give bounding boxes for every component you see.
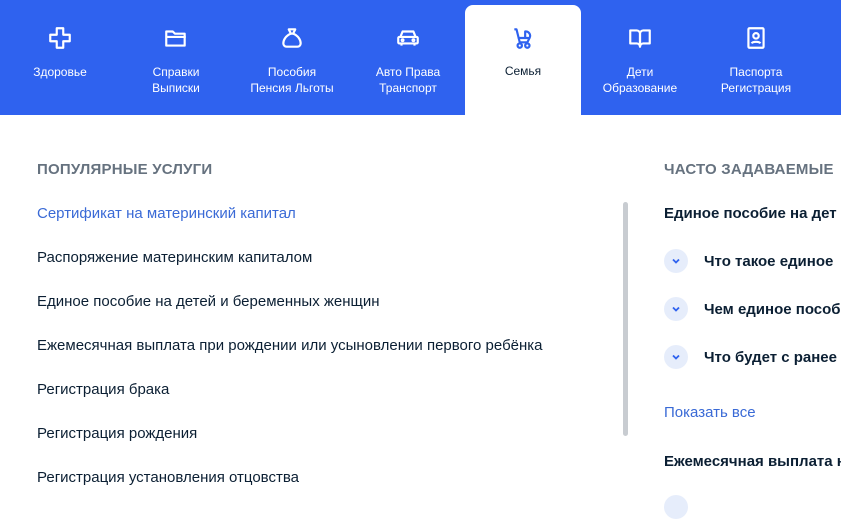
category-label: Пособия Пенсия Льготы — [250, 65, 334, 95]
category-label: Паспорта Регистрация — [720, 65, 792, 95]
service-birth-registration[interactable]: Регистрация рождения — [37, 425, 197, 442]
category-benefits[interactable]: Пособия Пенсия Льготы — [232, 0, 352, 115]
chevron-down-icon — [664, 495, 688, 519]
chevron-down-icon — [664, 345, 688, 369]
service-first-child-payment[interactable]: Ежемесячная выплата при рождении или усы… — [37, 337, 543, 354]
category-family[interactable]: Семья — [465, 5, 581, 120]
category-label: Здоровье — [33, 65, 87, 79]
category-label: Справки Выписки — [152, 65, 200, 95]
category-certificates[interactable]: Справки Выписки — [116, 0, 236, 115]
faq-title: ЧАСТО ЗАДАВАЕМЫЕ — [664, 161, 834, 178]
chevron-down-icon — [664, 249, 688, 273]
faq-group-title: Единое пособие на дет — [664, 205, 837, 222]
category-label: Авто Права Транспорт — [375, 65, 441, 95]
money-bag-icon — [278, 24, 306, 52]
category-auto[interactable]: Авто Права Транспорт — [348, 0, 468, 115]
faq-question-partial[interactable] — [664, 495, 704, 519]
faq-question-text: Что такое единое — [704, 252, 834, 270]
category-children[interactable]: Дети Образование — [580, 0, 700, 115]
baby-stroller-icon — [509, 24, 537, 52]
service-marriage-registration[interactable]: Регистрация брака — [37, 381, 169, 398]
chevron-down-icon — [664, 297, 688, 321]
plus-cross-icon — [46, 24, 74, 52]
faq-question-text: Чем единое пособ — [704, 300, 841, 318]
show-all-link[interactable]: Показать все — [664, 404, 756, 421]
category-passports[interactable]: Паспорта Регистрация — [696, 0, 816, 115]
category-label: Дети Образование — [602, 65, 678, 95]
faq-question-text: Что будет с ранее — [704, 348, 837, 366]
category-nav-bar: Здоровье Справки Выписки Пособия Пенсия … — [0, 0, 841, 120]
open-book-icon — [626, 24, 654, 52]
popular-services-title: ПОПУЛЯРНЫЕ УСЛУГИ — [37, 161, 213, 178]
faq-question[interactable]: Чем единое пособ — [664, 297, 841, 321]
category-label: Семья — [504, 64, 542, 78]
faq-group-title: Ежемесячная выплата н — [664, 453, 841, 470]
faq-question[interactable]: Что такое единое — [664, 249, 833, 273]
passport-icon — [742, 24, 770, 52]
car-icon — [394, 24, 422, 52]
service-maternity-capital-disposal[interactable]: Распоряжение материнским капиталом — [37, 249, 312, 266]
folder-icon — [162, 24, 190, 52]
faq-question[interactable]: Что будет с ранее — [664, 345, 837, 369]
popular-scrollbar[interactable] — [623, 202, 628, 436]
service-maternity-certificate[interactable]: Сертификат на материнский капитал — [37, 205, 296, 222]
service-unified-allowance[interactable]: Единое пособие на детей и беременных жен… — [37, 293, 380, 310]
service-paternity-registration[interactable]: Регистрация установления отцовства — [37, 469, 299, 486]
category-health[interactable]: Здоровье — [0, 0, 120, 115]
